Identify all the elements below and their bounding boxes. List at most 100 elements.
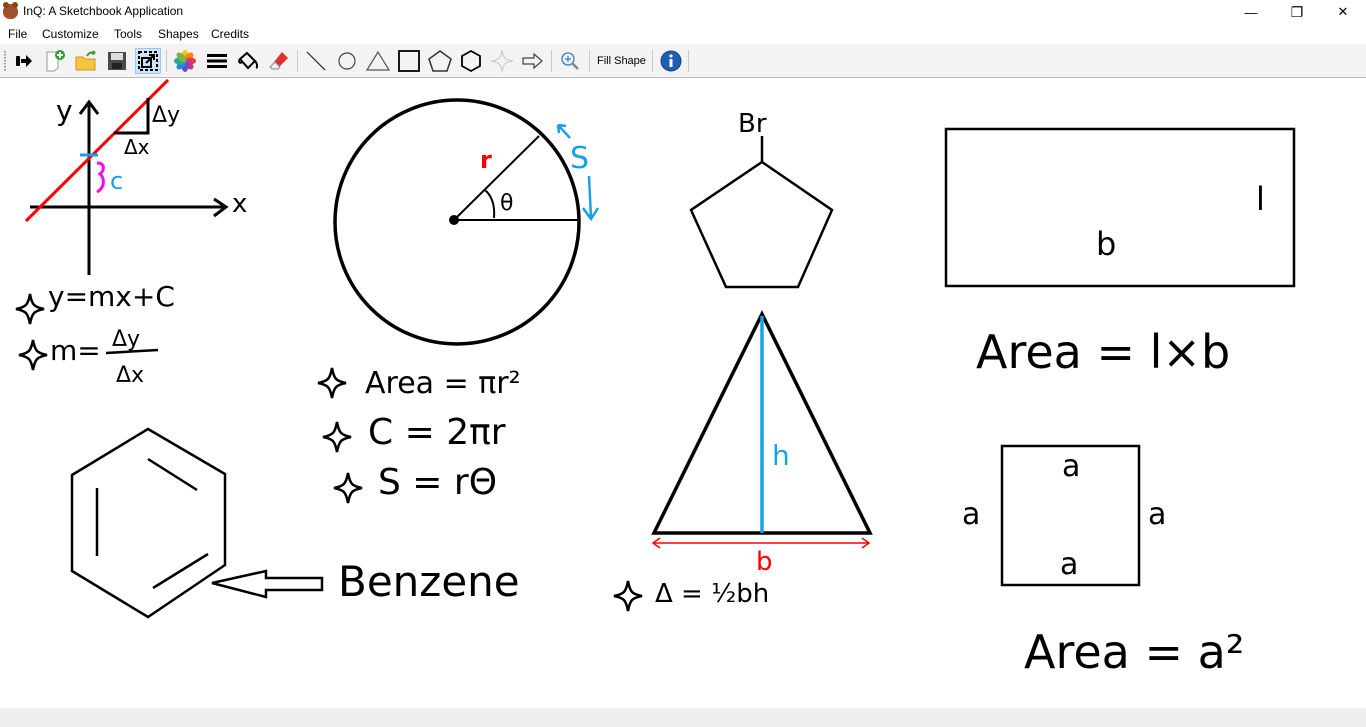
menu-file[interactable]: File bbox=[8, 27, 27, 41]
bullet-star-icon bbox=[612, 579, 644, 613]
exit-button[interactable] bbox=[11, 48, 37, 74]
toolbar-separator bbox=[589, 50, 590, 72]
color-palette-button[interactable] bbox=[172, 48, 198, 74]
line-tool-button[interactable] bbox=[303, 48, 329, 74]
rectangle-sketch: l b Area = l×b bbox=[944, 127, 1296, 379]
square-sketch: a a a a Area = a² bbox=[962, 444, 1244, 679]
bromine-label: Br bbox=[738, 109, 767, 139]
double-bond-top bbox=[147, 457, 198, 492]
sketch-surface[interactable]: c y x Δy Δx y=mx+C m= Δy Δx θ r S Area =… bbox=[0, 78, 1366, 708]
save-icon bbox=[108, 52, 126, 70]
square-bottom-label: a bbox=[1060, 547, 1078, 582]
hexagon-tool-button[interactable] bbox=[458, 48, 484, 74]
arrow-tool-icon bbox=[522, 52, 543, 70]
new-file-button[interactable] bbox=[42, 48, 68, 74]
pentagon-tool-button[interactable] bbox=[427, 48, 453, 74]
pointer-arrow bbox=[211, 569, 324, 599]
star-tool-button[interactable] bbox=[489, 48, 515, 74]
triangle-sketch: h b Δ = ½bh bbox=[612, 310, 873, 613]
intercept-brace bbox=[96, 161, 105, 194]
circle-tool-button[interactable] bbox=[334, 48, 360, 74]
circle-tool-icon bbox=[338, 52, 356, 70]
pentagon-tool-icon bbox=[428, 50, 452, 72]
base-label: b bbox=[756, 547, 773, 577]
toolbar-grip[interactable] bbox=[4, 51, 6, 71]
radius-diagonal bbox=[453, 135, 540, 221]
toolbar-separator bbox=[551, 50, 552, 72]
open-folder-button[interactable] bbox=[73, 48, 99, 74]
menu-shapes[interactable]: Shapes bbox=[158, 27, 199, 41]
fill-bucket-button[interactable] bbox=[235, 48, 261, 74]
bullet-star-icon bbox=[14, 292, 46, 326]
benzene-label: Benzene bbox=[338, 557, 520, 606]
bullet-star-icon bbox=[332, 471, 364, 505]
bullet-star-icon bbox=[321, 420, 353, 454]
save-button[interactable] bbox=[104, 48, 130, 74]
menu-bar: File Customize Tools Shapes Credits bbox=[0, 24, 1366, 44]
triangle-area-formula: Δ = ½bh bbox=[655, 579, 769, 609]
rectangle-tool-button[interactable] bbox=[396, 48, 422, 74]
height-label: h bbox=[772, 439, 790, 472]
toolbar-separator bbox=[297, 50, 298, 72]
arc-length-formula: S = rΘ bbox=[378, 462, 497, 503]
square-right-label: a bbox=[1148, 497, 1166, 532]
rectangle-shape bbox=[944, 127, 1296, 288]
triangle-tool-icon bbox=[365, 50, 391, 71]
square-area-formula: Area = a² bbox=[1024, 625, 1244, 679]
bullet-star-icon bbox=[316, 366, 348, 400]
line-equation: y=mx+C bbox=[48, 280, 175, 313]
triangle-tool-button[interactable] bbox=[365, 48, 391, 74]
square-top-label: a bbox=[1062, 449, 1080, 484]
close-button[interactable]: ✕ bbox=[1320, 0, 1366, 24]
toolbar-separator bbox=[652, 50, 653, 72]
line-tool-icon bbox=[306, 51, 326, 71]
menu-tools[interactable]: Tools bbox=[114, 27, 142, 41]
rectangle-area-formula: Area = l×b bbox=[976, 325, 1230, 379]
slope-denominator: Δx bbox=[116, 363, 144, 388]
line-graph-sketch: c y x Δy Δx y=mx+C m= Δy Δx bbox=[14, 78, 247, 388]
minimize-button[interactable]: — bbox=[1228, 0, 1274, 24]
radius-label: r bbox=[480, 146, 492, 174]
resize-canvas-icon bbox=[138, 51, 158, 71]
eraser-button[interactable] bbox=[266, 48, 292, 74]
line-thickness-icon bbox=[207, 54, 227, 68]
slope-numerator: Δy bbox=[112, 327, 140, 352]
new-file-icon bbox=[46, 50, 65, 72]
x-axis-label: x bbox=[232, 189, 247, 219]
arc-arrow-down bbox=[581, 175, 600, 222]
menu-credits[interactable]: Credits bbox=[211, 27, 249, 41]
arc-length-label: S bbox=[570, 141, 589, 176]
zoom-icon bbox=[561, 52, 579, 70]
star-tool-icon bbox=[490, 49, 514, 73]
arrow-tool-button[interactable] bbox=[520, 48, 546, 74]
toolbar-separator bbox=[166, 50, 167, 72]
fill-shape-button[interactable]: Fill Shape bbox=[597, 55, 646, 67]
title-bar: InQ: A Sketchbook Application — ❐ ✕ bbox=[0, 0, 1366, 24]
circumference-formula: C = 2πr bbox=[368, 412, 506, 453]
breadth-label: b bbox=[1096, 225, 1116, 263]
fill-bucket-icon bbox=[238, 51, 259, 70]
info-icon bbox=[660, 50, 682, 72]
zoom-button[interactable] bbox=[557, 48, 583, 74]
exit-icon bbox=[16, 55, 32, 67]
angle-label: θ bbox=[500, 191, 513, 216]
menu-customize[interactable]: Customize bbox=[42, 27, 99, 41]
restore-button[interactable]: ❐ bbox=[1274, 0, 1320, 24]
app-logo-icon bbox=[3, 2, 18, 19]
color-palette-icon bbox=[174, 50, 196, 72]
line-thickness-button[interactable] bbox=[204, 48, 230, 74]
benzene-sketch: Benzene bbox=[70, 427, 520, 619]
angle-arc bbox=[484, 189, 496, 219]
intercept-label: c bbox=[110, 167, 123, 195]
resize-canvas-button[interactable] bbox=[135, 48, 161, 74]
slope-equation-left: m= bbox=[50, 334, 101, 367]
hexagon-tool-icon bbox=[461, 49, 481, 73]
bromo-pentagon-sketch: Br bbox=[689, 109, 834, 289]
length-label: l bbox=[1256, 180, 1265, 218]
info-button[interactable] bbox=[658, 48, 684, 74]
open-folder-icon bbox=[75, 50, 96, 71]
eraser-icon bbox=[269, 52, 288, 70]
bullet-star-icon bbox=[17, 338, 49, 372]
toolbar-separator bbox=[688, 50, 689, 72]
drawing-canvas[interactable]: c y x Δy Δx y=mx+C m= Δy Δx θ r S Area =… bbox=[0, 78, 1366, 708]
